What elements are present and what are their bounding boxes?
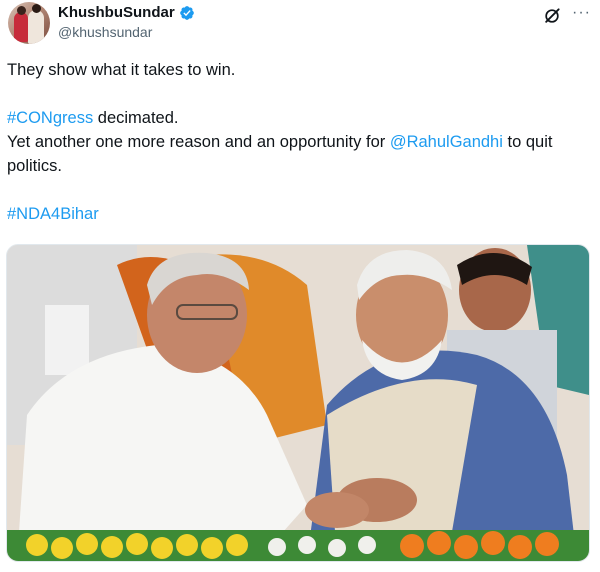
grok-icon[interactable] [542, 6, 562, 26]
tweet-header: KhushbuSundar @khushsundar ··· [6, 2, 594, 46]
hashtag-congress-link[interactable]: #CONgress [7, 109, 93, 127]
tweet-line-2: #CONgress decimated. [7, 106, 587, 130]
avatar[interactable] [8, 2, 50, 44]
tweet-photo[interactable] [6, 244, 590, 562]
tweet-line-2-text: decimated. [93, 109, 179, 127]
author-handle[interactable]: @khushsundar [58, 24, 152, 40]
author-name-row: KhushbuSundar [58, 4, 195, 21]
display-name[interactable]: KhushbuSundar [58, 4, 175, 21]
tweet-line-3-text-before: Yet another one more reason and an oppor… [7, 133, 390, 151]
photo-illustration [7, 245, 589, 561]
tweet-text: They show what it takes to win. #CONgres… [7, 58, 587, 226]
tweet-line-3: Yet another one more reason and an oppor… [7, 130, 587, 178]
tweet-line-1: They show what it takes to win. [7, 61, 236, 79]
mention-rahulgandhi-link[interactable]: @RahulGandhi [390, 133, 503, 151]
tweet-line-4: #NDA4Bihar [7, 202, 587, 226]
verified-badge-icon [179, 5, 194, 20]
hashtag-nda4bihar-link[interactable]: #NDA4Bihar [7, 205, 99, 223]
more-options-icon[interactable]: ··· [572, 5, 592, 24]
